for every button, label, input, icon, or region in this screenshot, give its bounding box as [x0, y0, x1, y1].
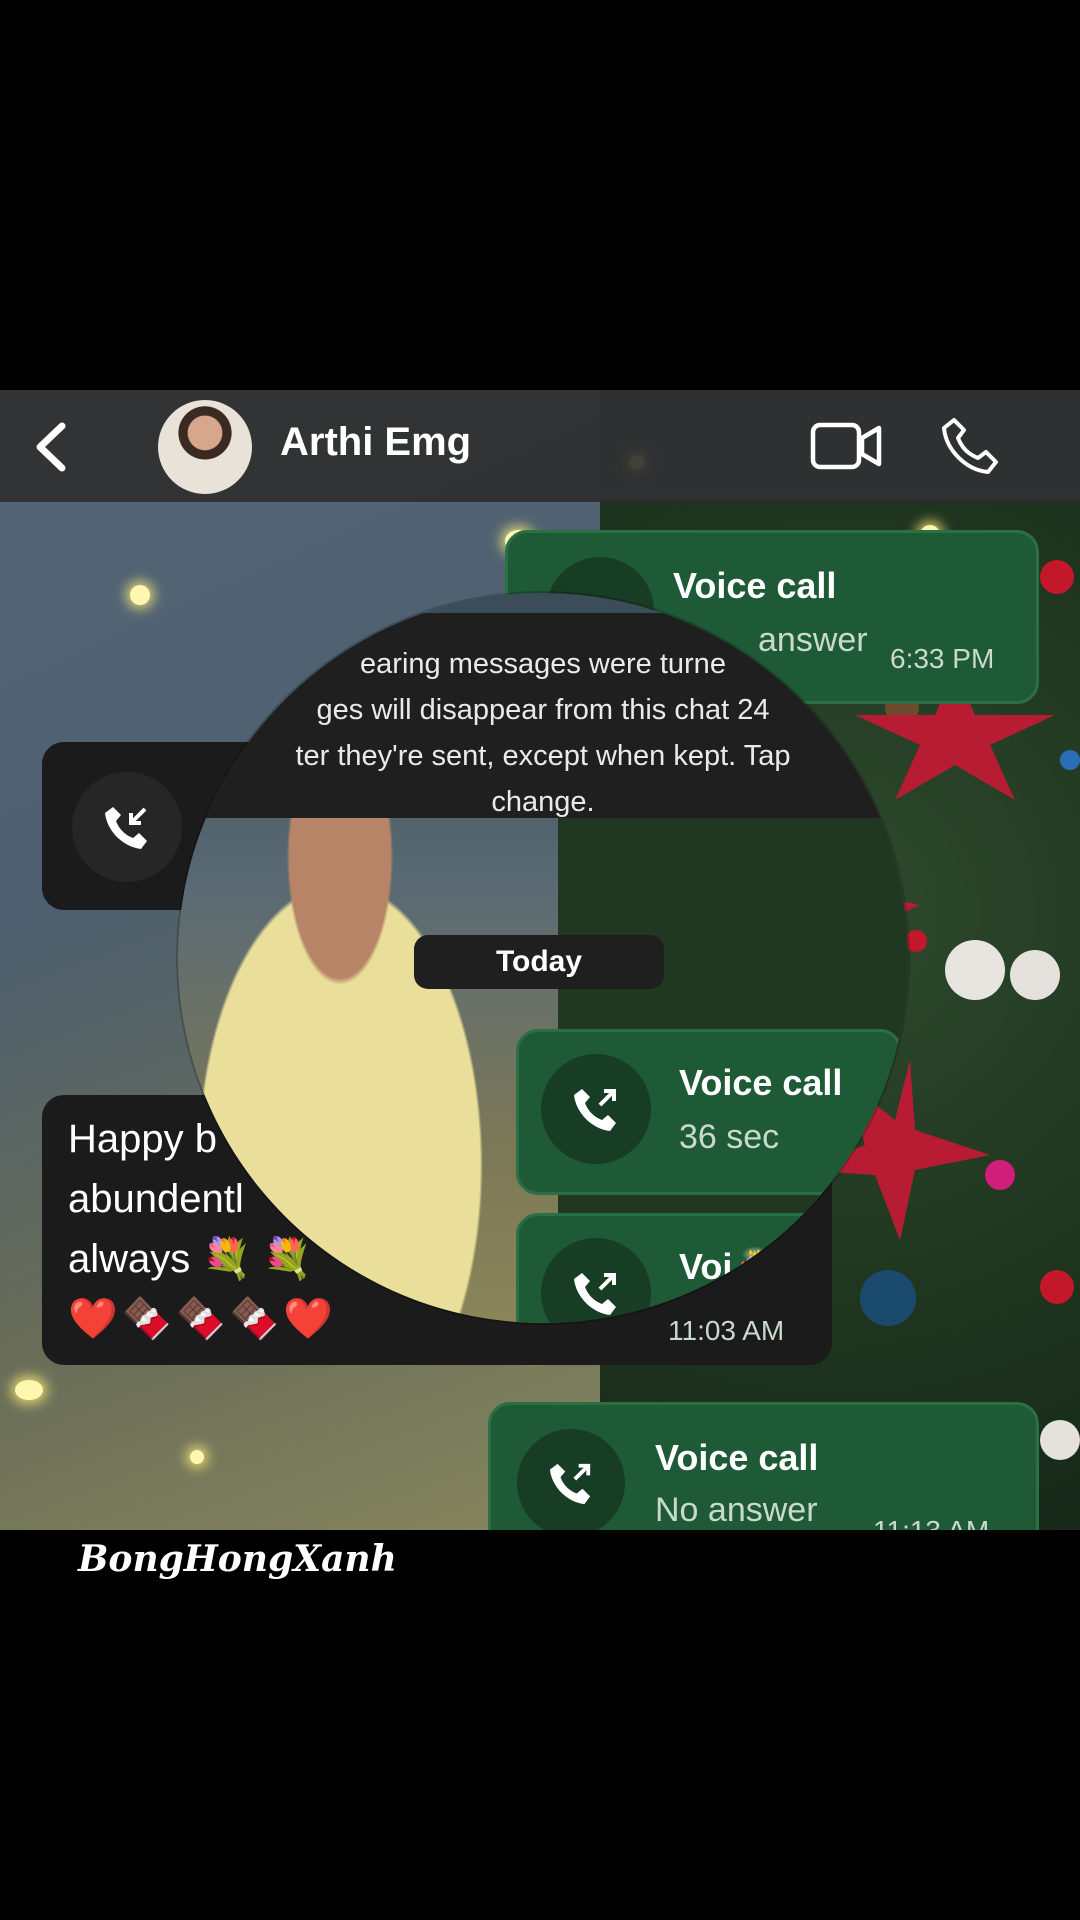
voice-call-bubble[interactable]: Voice call 36 sec: [516, 1029, 902, 1195]
sparkle: [130, 585, 150, 605]
call-title: Voi🎂: [679, 1246, 777, 1288]
ornament: [1040, 1270, 1074, 1304]
chevron-left-icon[interactable]: [28, 420, 78, 474]
cake-emoji: 🎂: [732, 1246, 778, 1287]
magnifier-lens: earing messages were turne ges will disa…: [178, 593, 908, 1323]
notice-line: earing messages were turne: [360, 648, 726, 680]
ornament: [1060, 750, 1080, 770]
message-time: 11:13 AM: [873, 1515, 989, 1530]
outgoing-call-icon: [517, 1429, 625, 1530]
ornament: [945, 940, 1005, 1000]
call-title-text: Voi: [679, 1246, 733, 1287]
notice-text: earing messages were turne ges will disa…: [178, 641, 908, 825]
call-duration: 36 sec: [679, 1118, 780, 1156]
sparkle: [15, 1380, 43, 1400]
notice-line: ter they're sent, except when kept. Tap: [295, 740, 791, 772]
call-status: No answer: [655, 1491, 818, 1529]
chat-screen: Arthi Emg Voice call answer 6:33 PM Happ…: [0, 390, 1080, 1530]
video-camera-icon[interactable]: [810, 420, 882, 472]
outgoing-call-icon: [541, 1054, 651, 1164]
chat-header: Arthi Emg: [0, 390, 1080, 502]
ornament: [1040, 560, 1074, 594]
ornament: [1040, 1420, 1080, 1460]
call-title: Voice call: [673, 565, 837, 606]
watermark: BongHongXanh: [78, 1538, 397, 1580]
sparkle: [190, 1450, 204, 1464]
voice-call-bubble[interactable]: Voice call No answer 11:13 AM: [488, 1402, 1039, 1530]
call-title: Voice call: [679, 1062, 843, 1103]
contact-name[interactable]: Arthi Emg: [280, 420, 471, 465]
message-line: always: [68, 1237, 191, 1281]
disappearing-messages-notice[interactable]: earing messages were turne ges will disa…: [178, 613, 908, 818]
phone-icon[interactable]: [940, 416, 1000, 476]
outgoing-call-icon: [541, 1238, 651, 1323]
avatar[interactable]: [158, 400, 252, 494]
notice-line: change.: [491, 786, 595, 818]
message-time: 11:03 AM: [668, 1315, 785, 1346]
incoming-call-icon: [72, 772, 182, 882]
girl-photo: [178, 773, 538, 1323]
date-divider: Today: [414, 935, 664, 989]
voice-call-bubble[interactable]: Voi🎂: [516, 1213, 902, 1323]
call-title: Voice call: [655, 1437, 819, 1478]
ornament: [1010, 950, 1060, 1000]
notice-line: ges will disappear from this chat 24: [316, 694, 770, 726]
